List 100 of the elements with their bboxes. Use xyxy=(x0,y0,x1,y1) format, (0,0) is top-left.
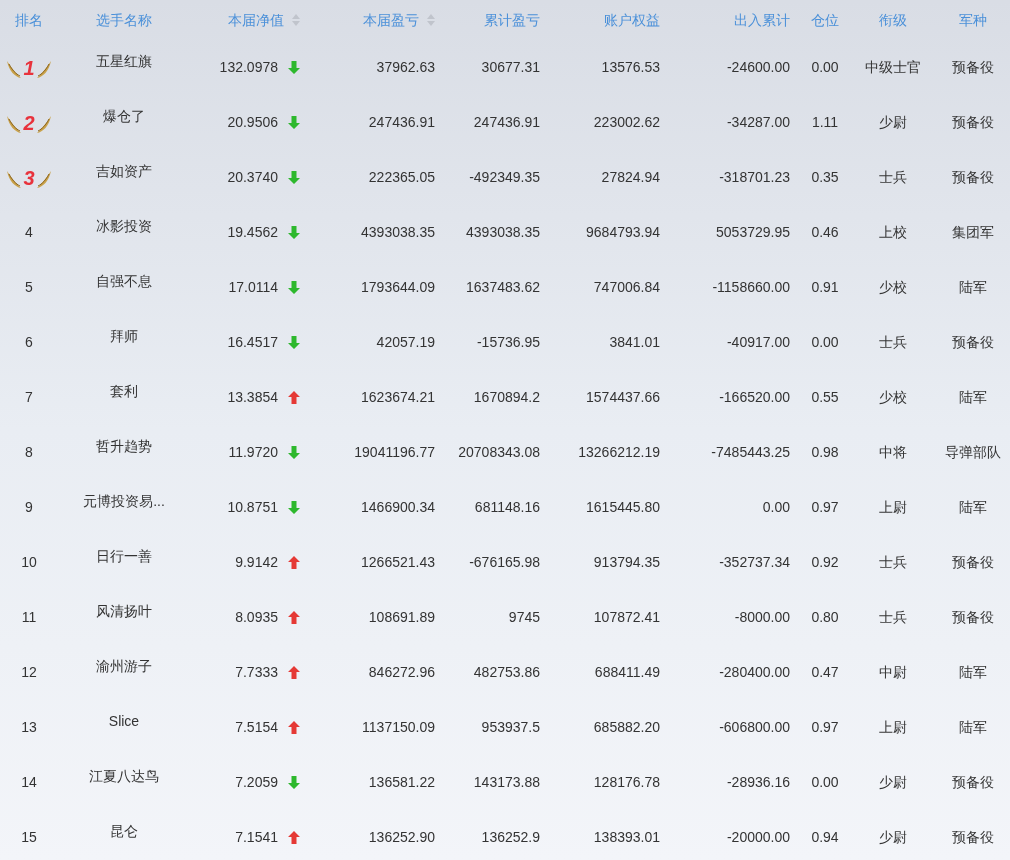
player-name: 日行一善 xyxy=(96,547,152,566)
table-cell-text: -166520.00 xyxy=(719,388,790,407)
table-cell-text: 9.9142 xyxy=(235,553,278,572)
table-cell-text: -28936.16 xyxy=(726,773,790,792)
table-cell-text: 7.2059 xyxy=(235,773,278,792)
table-cell-text: 少校 xyxy=(878,388,907,407)
table-cell-text: 0.97 xyxy=(811,498,839,517)
table-cell-text: 0.46 xyxy=(811,223,839,242)
table-cell-text: 1.11 xyxy=(811,113,839,132)
table-cell-text: 13266212.19 xyxy=(578,443,660,462)
table-cell-text: 士兵 xyxy=(878,168,907,187)
table-cell-text: 1637483.62 xyxy=(466,278,540,297)
player-name: 江夏八达鸟 xyxy=(89,767,159,786)
table-cell-text: 20708343.08 xyxy=(458,443,540,462)
table-cell-text: 1137150.09 xyxy=(362,718,435,737)
rank-number: 5 xyxy=(25,278,33,297)
table-cell-text: 247436.91 xyxy=(473,113,540,132)
table-cell-text: 3841.01 xyxy=(609,333,660,352)
table-cell-text: 9684793.94 xyxy=(586,223,660,242)
table-cell-text: 预备役 xyxy=(951,773,994,792)
table-cell-text: 陆军 xyxy=(958,498,987,517)
table-cell-text: 士兵 xyxy=(878,608,907,627)
player-name: Slice xyxy=(108,712,140,731)
table-cell-text: 0.00 xyxy=(811,773,839,792)
table-cell-text: 1574437.66 xyxy=(586,388,660,407)
player-name: 套利 xyxy=(110,382,138,401)
table-cell-text: 士兵 xyxy=(878,333,907,352)
table-cell-text: 上校 xyxy=(878,223,907,242)
table-cell-text: 20.9506 xyxy=(227,113,278,132)
table-cell-text: 0.92 xyxy=(811,553,839,572)
table-cell-text: 1670894.2 xyxy=(473,388,540,407)
table-cell-text: 0.94 xyxy=(811,828,839,847)
table-cell-text: 747006.84 xyxy=(593,278,660,297)
table-cell-text: 30677.31 xyxy=(481,58,540,77)
table-cell-text: 0.98 xyxy=(811,443,839,462)
player-name: 五星红旗 xyxy=(96,52,152,71)
table-cell-text: 11.9720 xyxy=(228,443,278,462)
table-cell-text: 10.8751 xyxy=(227,498,278,517)
table-cell-text: 预备役 xyxy=(951,828,994,847)
table-cell-text: -492349.35 xyxy=(469,168,540,187)
table-cell-text: 0.97 xyxy=(811,718,839,737)
player-name: 拜师 xyxy=(110,327,138,346)
table-cell-text: 1623674.21 xyxy=(361,388,435,407)
rank-number: 9 xyxy=(25,498,33,517)
table-cell-text: 少尉 xyxy=(878,113,907,132)
table-cell-text: -24600.00 xyxy=(726,58,790,77)
table-cell-text: 27824.94 xyxy=(601,168,660,187)
table-cell-text: 0.00 xyxy=(762,498,790,517)
table-cell-text: 中将 xyxy=(878,443,907,462)
table-cell-text: 108691.89 xyxy=(368,608,435,627)
sort-icon[interactable] xyxy=(427,14,435,26)
table-cell-text: 20.3740 xyxy=(227,168,278,187)
table-cell-text: 222365.05 xyxy=(368,168,435,187)
column-header[interactable]: 本届净值 xyxy=(228,9,300,31)
player-name: 昆仑 xyxy=(110,822,138,841)
table-cell-text: 247436.91 xyxy=(368,113,435,132)
table-cell-text: 37962.63 xyxy=(376,58,435,77)
laurel-medal: 3 xyxy=(6,164,52,191)
player-name: 风清扬叶 xyxy=(96,602,152,621)
table-cell-text: -8000.00 xyxy=(734,608,790,627)
rank-number: 4 xyxy=(25,223,33,242)
table-cell-text: 0.47 xyxy=(811,663,839,682)
table-cell-text: 预备役 xyxy=(951,608,994,627)
laurel-medal: 1 xyxy=(6,54,52,81)
table-cell-text: 7.7333 xyxy=(235,663,278,682)
table-cell-text: 681148.16 xyxy=(474,498,540,517)
table-cell-text: 19041196.77 xyxy=(354,443,435,462)
table-cell-text: 17.0114 xyxy=(228,278,278,297)
table-cell-text: -606800.00 xyxy=(719,718,790,737)
sort-icon[interactable] xyxy=(292,14,300,26)
rank-number: 14 xyxy=(21,773,37,792)
column-header[interactable]: 本届盈亏 xyxy=(363,9,435,31)
table-cell-text: -1158660.00 xyxy=(712,278,790,297)
table-cell-text: 16.4517 xyxy=(227,333,278,352)
player-name: 渝州游子 xyxy=(96,657,152,676)
column-header: 账户权益 xyxy=(604,10,660,30)
table-cell-text: -352737.34 xyxy=(719,553,790,572)
column-header: 出入累计 xyxy=(734,10,790,30)
table-cell-text: 136581.22 xyxy=(368,773,435,792)
player-name: 自强不息 xyxy=(96,272,152,291)
table-cell-text: 0.55 xyxy=(811,388,839,407)
player-name: 冰影投资 xyxy=(96,217,152,236)
table-cell-text: 0.00 xyxy=(811,58,839,77)
player-name: 爆仓了 xyxy=(103,107,145,126)
table-cell-text: 上尉 xyxy=(878,718,907,737)
column-header: 衔级 xyxy=(878,10,907,30)
table-cell-text: 136252.9 xyxy=(481,828,540,847)
column-header: 累计盈亏 xyxy=(484,10,540,30)
rank-number: 10 xyxy=(21,553,37,572)
table-cell-text: -676165.98 xyxy=(469,553,540,572)
table-cell-text: -280400.00 xyxy=(719,663,790,682)
table-cell-text: 107872.41 xyxy=(593,608,660,627)
table-cell-text: 少校 xyxy=(878,278,907,297)
table-cell-text: 少尉 xyxy=(878,828,907,847)
table-cell-text: 1793644.09 xyxy=(361,278,435,297)
rank-number: 7 xyxy=(25,388,33,407)
table-cell-text: 482753.86 xyxy=(473,663,540,682)
laurel-medal: 2 xyxy=(6,109,52,136)
table-cell-text: -20000.00 xyxy=(726,828,790,847)
table-cell-text: 223002.62 xyxy=(593,113,660,132)
